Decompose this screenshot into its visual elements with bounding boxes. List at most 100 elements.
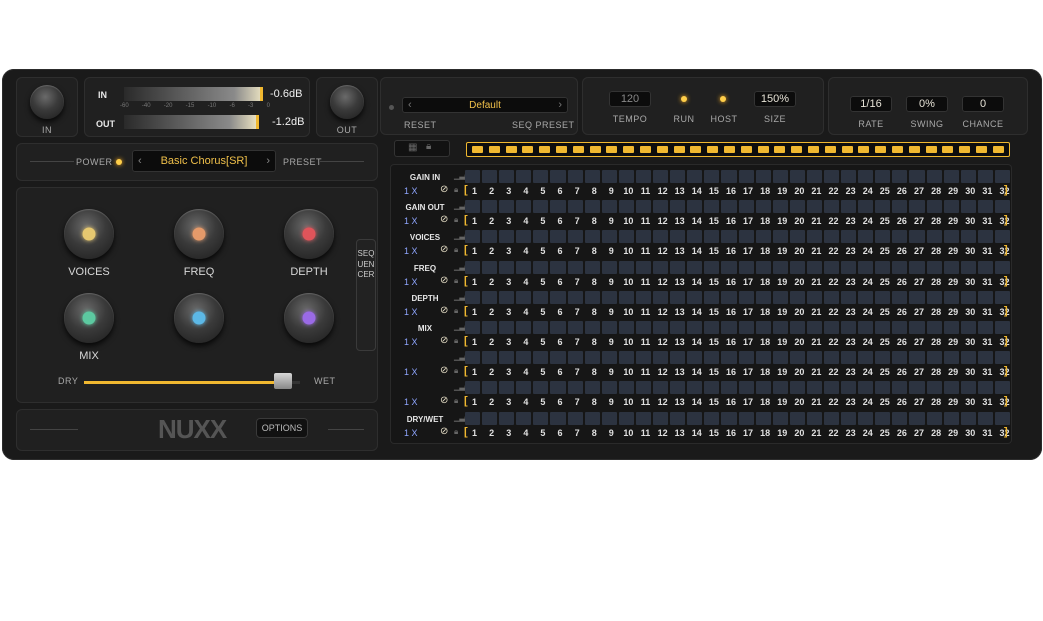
lock-icon[interactable]: 🔒︎ [454, 427, 458, 437]
disable-icon[interactable]: ⊘ [440, 184, 448, 195]
seq-cell[interactable] [772, 260, 788, 274]
seq-cell[interactable] [618, 411, 634, 425]
seq-cell[interactable] [841, 411, 857, 425]
lock-icon[interactable]: 🔒︎ [454, 185, 458, 195]
seq-cell[interactable] [892, 290, 908, 304]
seq-cell[interactable] [994, 381, 1010, 395]
seq-cell[interactable] [601, 170, 617, 183]
seq-cell[interactable] [909, 411, 925, 425]
seq-cell[interactable] [806, 290, 822, 304]
seq-row-rate[interactable]: 1 X [404, 216, 426, 226]
seq-cell[interactable] [994, 260, 1010, 274]
seq-cell[interactable] [601, 321, 617, 334]
seq-cell[interactable] [567, 321, 583, 334]
seq-cell[interactable] [601, 290, 617, 304]
seq-cell[interactable] [465, 381, 481, 395]
seq-cell[interactable] [687, 290, 703, 304]
seq-cell[interactable] [601, 381, 617, 395]
lock-icon[interactable]: 🔒︎ [454, 215, 458, 225]
disable-icon[interactable]: ⊘ [440, 395, 448, 406]
seq-cell[interactable] [738, 260, 754, 274]
step-position-bar[interactable] [466, 142, 1010, 157]
seq-row-rate[interactable]: 1 X [404, 307, 426, 317]
seq-cell[interactable] [584, 351, 600, 365]
seq-row-rate[interactable]: 1 X [404, 337, 426, 347]
seq-cell[interactable] [584, 321, 600, 334]
seq-cell[interactable] [892, 260, 908, 274]
seq-cell[interactable] [909, 230, 925, 244]
seq-row-rate[interactable]: 1 X [404, 428, 426, 438]
seq-cell[interactable] [465, 290, 481, 304]
seq-preset-selector[interactable]: ‹ Default › [402, 97, 568, 113]
seq-cell[interactable] [858, 381, 874, 395]
seq-cell[interactable] [977, 321, 993, 334]
seq-cell[interactable] [653, 170, 669, 183]
lock-icon[interactable]: 🔒︎ [454, 396, 458, 406]
seq-cell[interactable] [465, 200, 481, 214]
input-gain-knob[interactable] [30, 85, 64, 119]
seq-cell[interactable] [704, 351, 720, 365]
seq-cell[interactable] [943, 260, 959, 274]
seq-cell[interactable] [977, 290, 993, 304]
seq-cell[interactable] [516, 260, 532, 274]
seq-cell[interactable] [755, 260, 771, 274]
seq-cell[interactable] [601, 411, 617, 425]
seq-cell[interactable] [482, 351, 498, 365]
seq-cell[interactable] [550, 200, 566, 214]
lock-icon[interactable]: 🔒︎ [426, 141, 431, 152]
seq-cell[interactable] [875, 200, 891, 214]
disable-icon[interactable]: ⊘ [440, 305, 448, 316]
seq-cell[interactable] [499, 200, 515, 214]
seq-cell[interactable] [909, 260, 925, 274]
seq-cell[interactable] [704, 321, 720, 334]
seq-cell[interactable] [977, 170, 993, 183]
seq-cell[interactable] [772, 170, 788, 183]
seq-cell[interactable] [789, 411, 805, 425]
range-end-bracket[interactable]: ] [1004, 214, 1008, 226]
seq-cell[interactable] [635, 411, 652, 425]
seq-cell[interactable] [584, 411, 600, 425]
seq-cell[interactable] [721, 230, 737, 244]
seq-cell[interactable] [977, 230, 993, 244]
seq-cell[interactable] [465, 170, 481, 183]
seq-cell[interactable] [960, 260, 976, 274]
seq-cell[interactable] [926, 170, 942, 183]
disable-icon[interactable]: ⊘ [440, 426, 448, 437]
seq-cell[interactable] [994, 321, 1010, 334]
seq-cell[interactable] [789, 321, 805, 334]
seq-cell[interactable] [892, 200, 908, 214]
seq-row-rate[interactable]: 1 X [404, 246, 426, 256]
seq-cell[interactable] [499, 260, 515, 274]
seq-cell[interactable] [841, 200, 857, 214]
seq-cell[interactable] [550, 411, 566, 425]
seq-cell[interactable] [909, 200, 925, 214]
range-end-bracket[interactable]: ] [1004, 426, 1008, 438]
param-knob-freq[interactable] [174, 209, 224, 259]
seq-cell[interactable] [550, 260, 566, 274]
seq-cell[interactable] [635, 260, 652, 274]
seq-cell[interactable] [601, 230, 617, 244]
seq-cell[interactable] [482, 170, 498, 183]
power-led[interactable] [116, 159, 122, 165]
seq-cell[interactable] [653, 411, 669, 425]
seq-cell[interactable] [635, 381, 652, 395]
seq-cell[interactable] [823, 290, 840, 304]
seq-cell[interactable] [755, 411, 771, 425]
disable-icon[interactable]: ⊘ [440, 335, 448, 346]
seq-cell[interactable] [584, 381, 600, 395]
seq-cell[interactable] [482, 290, 498, 304]
seq-cell[interactable] [653, 381, 669, 395]
seq-cell[interactable] [533, 411, 549, 425]
seq-cell[interactable] [841, 351, 857, 365]
mix-slider-thumb[interactable] [273, 373, 292, 389]
seq-cell[interactable] [618, 321, 634, 334]
seq-cell[interactable] [635, 170, 652, 183]
seq-cell[interactable] [618, 170, 634, 183]
reset-button[interactable]: RESET [404, 120, 437, 130]
seq-cell[interactable] [994, 290, 1010, 304]
seq-cell[interactable] [823, 411, 840, 425]
swing-field[interactable]: 0% [906, 96, 948, 112]
seq-cell[interactable] [704, 381, 720, 395]
seq-cell[interactable] [687, 260, 703, 274]
param-knob-unlabeled-5[interactable] [284, 293, 334, 343]
